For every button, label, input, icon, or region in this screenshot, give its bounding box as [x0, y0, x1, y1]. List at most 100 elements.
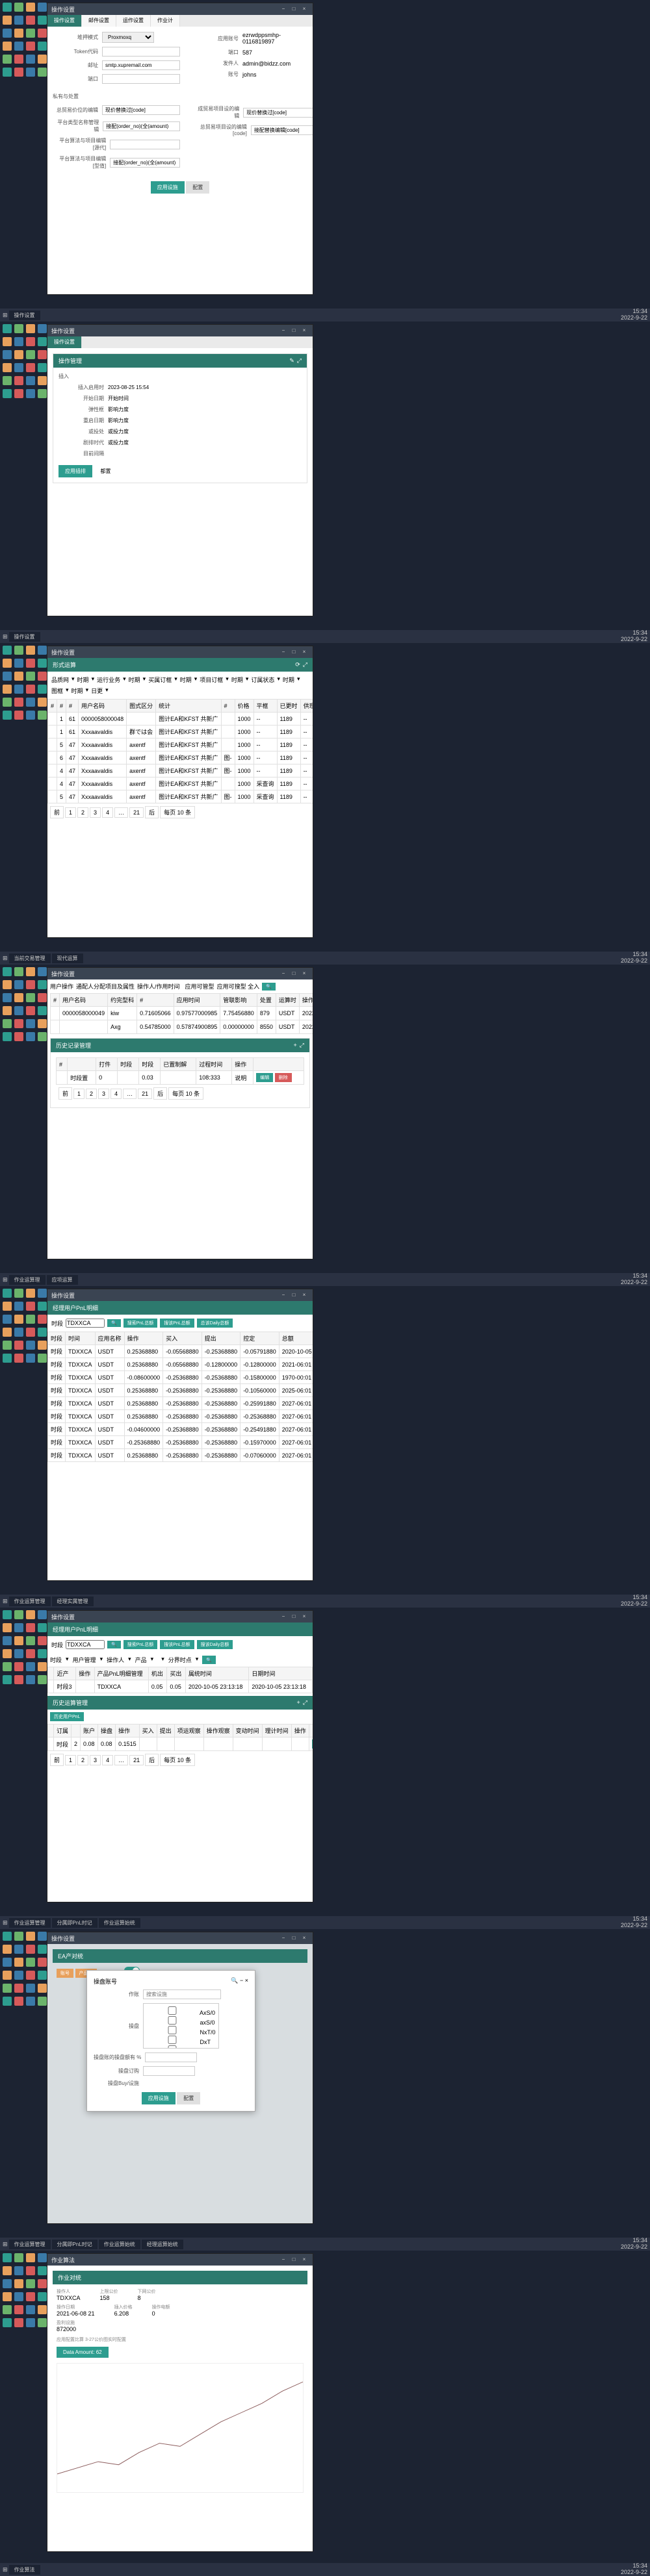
email-input[interactable] [102, 60, 180, 70]
desktop-icon[interactable] [3, 1032, 12, 1041]
desktop-icon[interactable] [38, 2305, 47, 2314]
desktop-icon[interactable] [26, 55, 35, 64]
modal-cancel-button[interactable]: 配置 [177, 2092, 200, 2104]
desktop-icon[interactable] [3, 2318, 12, 2327]
desktop-icon[interactable] [14, 55, 23, 64]
desktop-icon[interactable] [3, 1932, 12, 1941]
desktop-icon[interactable] [26, 659, 35, 668]
desktop-icon[interactable] [38, 55, 47, 64]
desktop-icon[interactable] [26, 1328, 35, 1337]
port-input[interactable] [102, 74, 180, 84]
table-row[interactable]: 时段TDXXCAUSDT0.25368880-0.25368880-0.2536… [48, 1397, 313, 1410]
desktop-icon[interactable] [3, 42, 12, 51]
desktop-icon[interactable] [38, 1328, 47, 1337]
desktop-icon[interactable] [38, 659, 47, 668]
page-link[interactable]: … [123, 1089, 136, 1099]
desktop-icon[interactable] [38, 646, 47, 655]
desktop-icon[interactable] [38, 711, 47, 720]
table-row[interactable]: 时段3TDXXCA0.050.052020-10-05 23:13:182020… [48, 1680, 313, 1693]
desktop-icon[interactable] [3, 659, 12, 668]
desktop-icon[interactable] [14, 672, 23, 681]
config-button[interactable]: 配置 [186, 181, 209, 194]
desktop-icon[interactable] [14, 376, 23, 385]
desktop-icon[interactable] [3, 711, 12, 720]
desktop-icon[interactable] [26, 16, 35, 25]
desktop-icon[interactable] [26, 1315, 35, 1324]
desktop-icon[interactable] [38, 2266, 47, 2275]
desktop-icon[interactable] [3, 376, 12, 385]
desktop-icon[interactable] [14, 1623, 23, 1632]
modal-apply-button[interactable]: 应用设施 [142, 2092, 176, 2104]
desktop-icon[interactable] [26, 376, 35, 385]
desktop-icon[interactable] [26, 1032, 35, 1041]
page-link[interactable]: … [114, 807, 128, 818]
table-row[interactable]: 时段置00.03108:333说明编辑 删除 [57, 1071, 304, 1085]
max-icon[interactable]: □ [289, 5, 298, 13]
desktop-icon[interactable] [3, 1354, 12, 1363]
desktop-icon[interactable] [38, 1006, 47, 1015]
desktop-icon[interactable] [26, 1610, 35, 1619]
row-edit-button[interactable]: 编辑 [312, 1739, 313, 1749]
desktop-icon[interactable] [26, 324, 35, 333]
search-button[interactable]: 🔍 [262, 983, 276, 991]
desktop-icon[interactable] [14, 685, 23, 694]
desktop-icon[interactable] [14, 2253, 23, 2262]
option-item[interactable]: SAF [146, 2045, 216, 2049]
desktop-icon[interactable] [38, 337, 47, 346]
desktop-icon[interactable] [14, 389, 23, 398]
table-row[interactable]: 时段TDXXCAUSDT0.25368880-0.25368880-0.2536… [48, 1384, 313, 1397]
desktop-icon[interactable] [38, 1984, 47, 1993]
desktop-icon[interactable] [38, 1610, 47, 1619]
desktop-icon[interactable] [38, 1649, 47, 1658]
desktop-icon[interactable] [14, 1675, 23, 1684]
desktop-icon[interactable] [14, 29, 23, 38]
page-link[interactable]: 每页 10 条 [160, 1754, 195, 1766]
desktop-icon[interactable] [38, 1019, 47, 1028]
table-row[interactable]: 0000058000049kiw0.716050660.975770009857… [51, 1007, 313, 1020]
table-row[interactable]: 时段TDXXCAUSDT0.25368880-0.25368880-0.2536… [48, 1449, 313, 1462]
page-link[interactable]: 后 [145, 1754, 159, 1766]
desktop-icon[interactable] [14, 1354, 23, 1363]
page-link[interactable]: 前 [50, 1754, 64, 1766]
desktop-icon[interactable] [3, 55, 12, 64]
desktop-icon[interactable] [38, 363, 47, 372]
desktop-icon[interactable] [26, 672, 35, 681]
tab-4[interactable]: 作业计 [151, 15, 180, 27]
desktop-icon[interactable] [3, 2305, 12, 2314]
option-item[interactable]: DxT [146, 2036, 216, 2045]
desktop-icon[interactable] [14, 993, 23, 1002]
desktop-icon[interactable] [14, 1610, 23, 1619]
option-item[interactable]: NxT/0 [146, 2026, 216, 2036]
table-row[interactable]: 时段20.080.080.1515编辑 删除 [48, 1737, 313, 1751]
desktop-icon[interactable] [38, 993, 47, 1002]
search-input[interactable] [143, 1989, 221, 1999]
mode-select[interactable]: Proxmoxq [102, 32, 154, 43]
pnl-btn-1[interactable]: 搜索PnL总额 [124, 1319, 157, 1328]
desktop-icon[interactable] [26, 350, 35, 359]
desktop-icon[interactable] [14, 1958, 23, 1967]
desktop-icon[interactable] [26, 1958, 35, 1967]
desktop-icon[interactable] [14, 16, 23, 25]
desktop-icon[interactable] [38, 1302, 47, 1311]
desktop-icon[interactable] [38, 2253, 47, 2262]
desktop-icon[interactable] [3, 1328, 12, 1337]
desktop-icon[interactable] [38, 324, 47, 333]
row-edit-button[interactable]: 编辑 [256, 1073, 273, 1082]
desktop-icon[interactable] [14, 967, 23, 976]
desktop-icon[interactable] [3, 363, 12, 372]
expand-icon[interactable]: ⤢ [297, 357, 302, 364]
table-row[interactable]: 547Xxxaavaldisaxentf图计EA和KFST 共新广图-1000采… [48, 790, 313, 803]
desktop-icon[interactable] [38, 2292, 47, 2301]
desktop-icon[interactable] [26, 2266, 35, 2275]
desktop-icon[interactable] [26, 29, 35, 38]
desktop-icon[interactable] [38, 672, 47, 681]
desktop-icon[interactable] [38, 1354, 47, 1363]
desktop-icon[interactable] [26, 3, 35, 12]
desktop-icon[interactable] [26, 967, 35, 976]
desktop-icon[interactable] [3, 389, 12, 398]
desktop-icon[interactable] [38, 685, 47, 694]
table-row[interactable]: 161Xxxaavaldis群では会图计EA和KFST 共新广1000--118… [48, 726, 313, 739]
desktop-icon[interactable] [3, 1315, 12, 1324]
desktop-icon[interactable] [14, 324, 23, 333]
close-icon[interactable]: × [245, 1977, 248, 1984]
